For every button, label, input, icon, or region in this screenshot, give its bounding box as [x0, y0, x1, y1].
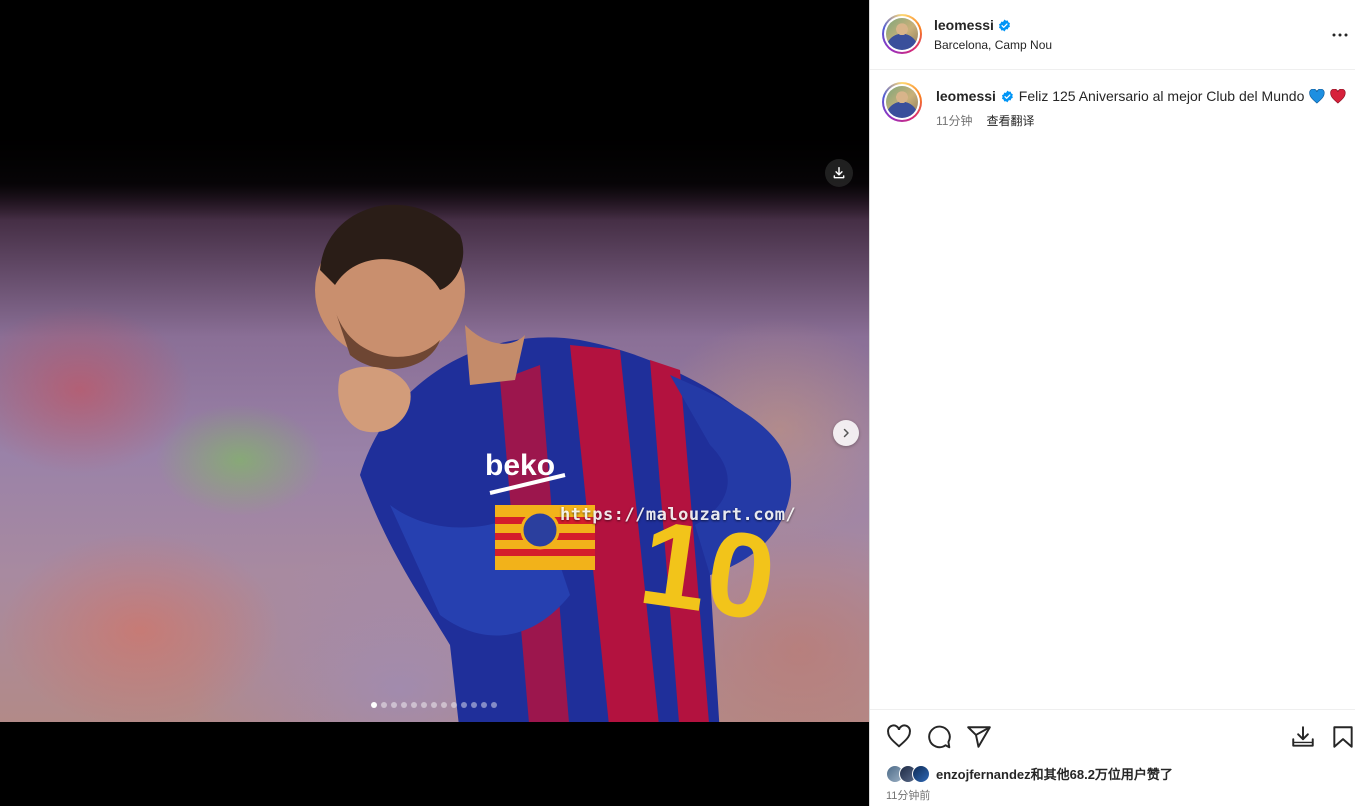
carousel-dot: [391, 702, 397, 708]
more-options-icon[interactable]: [1331, 26, 1349, 44]
verified-badge-icon: [998, 19, 1010, 31]
carousel-dot: [481, 702, 487, 708]
download-button[interactable]: [825, 159, 853, 187]
comment-icon[interactable]: [926, 724, 952, 750]
blue-heart-icon: [1309, 88, 1325, 104]
download-icon: [833, 167, 845, 179]
carousel-dot: [431, 702, 437, 708]
send-icon[interactable]: [966, 724, 992, 750]
carousel-dot: [451, 702, 457, 708]
bookmark-icon[interactable]: [1330, 724, 1355, 750]
post-header: leomessi Barcelona, Camp Nou: [870, 0, 1355, 70]
caption-time: 11分钟: [936, 114, 973, 128]
player-illustration: beko 10: [315, 204, 792, 722]
verified-badge-icon: [1001, 90, 1013, 102]
carousel-dot: [471, 702, 477, 708]
carousel-dot: [491, 702, 497, 708]
action-bar: [870, 709, 1355, 761]
author-avatar[interactable]: [882, 14, 922, 54]
caption-meta: 11分钟 查看翻译: [936, 112, 1034, 129]
chevron-right-icon: [843, 428, 849, 438]
caption-line: leomessi Feliz 125 Aniversario al mejor …: [936, 88, 1346, 104]
author-username-row[interactable]: leomessi: [934, 17, 1011, 33]
carousel-next-button[interactable]: [833, 420, 859, 446]
carousel-dot: [401, 702, 407, 708]
caption-username[interactable]: leomessi: [936, 88, 996, 104]
svg-text:beko: beko: [485, 449, 555, 482]
liker-avatars: [886, 764, 930, 783]
avatar: [912, 764, 930, 783]
post-side-panel: leomessi Barcelona, Camp Nou leomessi Fe…: [869, 0, 1355, 806]
download-tray-icon[interactable]: [1290, 724, 1316, 750]
carousel-dot: [441, 702, 447, 708]
red-heart-icon: [1330, 88, 1346, 104]
carousel-dot: [371, 702, 377, 708]
author-username[interactable]: leomessi: [934, 17, 994, 33]
caption-text: Feliz 125 Aniversario al mejor Club del …: [1018, 88, 1305, 104]
heart-outline-icon[interactable]: [886, 724, 912, 750]
carousel-indicator: [371, 702, 497, 708]
post-timestamp[interactable]: 11分钟前: [886, 787, 930, 803]
caption-avatar[interactable]: [882, 82, 922, 122]
post-location[interactable]: Barcelona, Camp Nou: [934, 38, 1052, 52]
carousel-dot: [461, 702, 467, 708]
translate-link[interactable]: 查看翻译: [986, 112, 1034, 129]
carousel-dot: [411, 702, 417, 708]
likes-summary[interactable]: enzojfernandez和其他68.2万位用户赞了: [886, 764, 1173, 783]
post-media: beko 10 https://malouzart.com/: [0, 0, 869, 806]
carousel-dot: [381, 702, 387, 708]
post-photo[interactable]: beko 10 https://malouzart.com/: [0, 130, 869, 722]
likes-text[interactable]: enzojfernandez和其他68.2万位用户赞了: [936, 764, 1173, 783]
carousel-dot: [421, 702, 427, 708]
watermark-text: https://malouzart.com/: [560, 505, 797, 525]
